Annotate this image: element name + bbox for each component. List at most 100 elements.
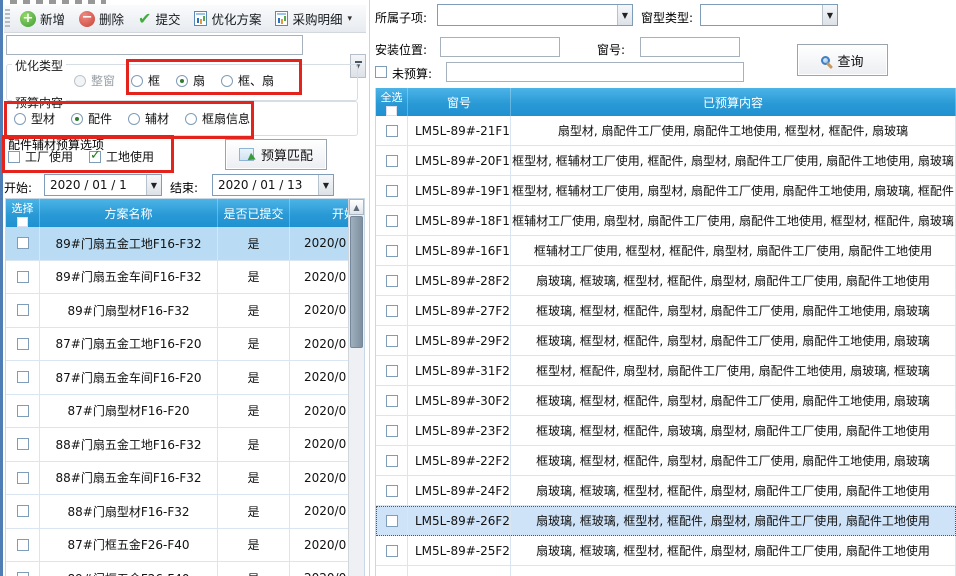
date-end-picker[interactable]: 2020 / 01 / 13 ▼: [212, 174, 334, 196]
checkbox-icon[interactable]: [8, 151, 20, 163]
row-checkbox[interactable]: [17, 237, 29, 249]
window-table-row[interactable]: LM5L-89#-27F25框玻璃, 框型材, 框配件, 扇型材, 扇配件工厂使…: [376, 296, 956, 326]
plan-table-row[interactable]: 88#门扇五金工地F16-F32是2020/0: [6, 428, 350, 462]
row-checkbox[interactable]: [386, 125, 398, 137]
row-checkbox[interactable]: [386, 155, 398, 167]
radio-icon[interactable]: [74, 75, 86, 87]
plan-table-row[interactable]: 89#门框五金F26-F40是2020/0: [6, 562, 350, 576]
optimize-type-option[interactable]: 整窗: [74, 72, 115, 89]
row-checkbox[interactable]: [386, 215, 398, 227]
window-table-row[interactable]: LM5L-89#-19F17框型材, 框辅材工厂使用, 扇型材, 扇配件工厂使用…: [376, 176, 956, 206]
window-no-input[interactable]: [640, 37, 740, 57]
radio-icon[interactable]: [71, 113, 83, 125]
plan-table-scrollbar[interactable]: ▲: [348, 199, 364, 576]
toolbar-button-add[interactable]: 新增: [13, 6, 72, 32]
window-table-row[interactable]: LM5L-89#-30F28框玻璃, 框型材, 框配件, 扇型材, 扇配件工厂使…: [376, 386, 956, 416]
toolbar-button-submit[interactable]: 提交: [131, 6, 187, 32]
date-start-picker[interactable]: 2020 / 01 / 1 ▼: [44, 174, 162, 196]
window-table-row[interactable]: LM5L-89#-28F26扇玻璃, 框玻璃, 框型材, 框配件, 扇型材, 扇…: [376, 266, 956, 296]
window-type-combo[interactable]: ▼: [700, 4, 838, 26]
row-checkbox[interactable]: [386, 455, 398, 467]
row-checkbox[interactable]: [17, 271, 29, 283]
budget-content-option[interactable]: 配件: [71, 110, 112, 127]
row-checkbox[interactable]: [386, 395, 398, 407]
date-end-dropdown-icon[interactable]: ▼: [318, 175, 333, 195]
window-table-row[interactable]: LM5L-89#-21F19扇型材, 扇配件工厂使用, 扇配件工地使用, 框型材…: [376, 116, 956, 146]
select-all-checkbox[interactable]: [17, 217, 28, 227]
window-table-row[interactable]: LM5L-89#-25F23扇玻璃, 框玻璃, 框型材, 框配件, 扇型材, 扇…: [376, 536, 956, 566]
plan-table-row[interactable]: 87#门扇五金工地F16-F20是2020/0: [6, 328, 350, 362]
plan-table-row[interactable]: 87#门扇五金车间F16-F20是2020/0: [6, 361, 350, 395]
row-checkbox[interactable]: [17, 371, 29, 383]
budget-content-option[interactable]: 型材: [14, 110, 55, 127]
window-header-no[interactable]: 窗号: [408, 88, 511, 116]
plan-table-row[interactable]: 88#门扇型材F16-F32是2020/0: [6, 495, 350, 529]
radio-icon[interactable]: [221, 75, 233, 87]
toolbar-button-optimize-plan[interactable]: 优化方案: [187, 6, 268, 32]
plan-search-input[interactable]: [6, 35, 303, 55]
row-checkbox[interactable]: [17, 505, 29, 517]
plan-table-row[interactable]: 88#门扇五金车间F16-F32是2020/0: [6, 462, 350, 496]
row-checkbox[interactable]: [386, 335, 398, 347]
row-checkbox[interactable]: [17, 338, 29, 350]
budget-content-option[interactable]: 框扇信息: [185, 110, 250, 127]
window-table-row[interactable]: LM5L-89#-22F20框玻璃, 框型材, 框配件, 扇型材, 扇配件工厂使…: [376, 446, 956, 476]
plan-table-row[interactable]: 89#门扇五金工地F16-F32是2020/0: [6, 227, 350, 261]
window-table-row[interactable]: LM5L-89#-16F15框辅材工厂使用, 框型材, 框配件, 扇型材, 扇配…: [376, 236, 956, 266]
row-checkbox[interactable]: [386, 515, 398, 527]
no-budget-input[interactable]: [446, 62, 744, 82]
optimize-type-option[interactable]: 框: [131, 72, 160, 89]
scrollbar-thumb[interactable]: [350, 216, 363, 348]
plan-table-row[interactable]: 87#门框五金F26-F40是2020/0: [6, 529, 350, 563]
window-table-row[interactable]: LM5L-89#-29F27框玻璃, 框型材, 框配件, 扇型材, 扇配件工厂使…: [376, 326, 956, 356]
optimize-type-option[interactable]: 扇: [176, 72, 205, 89]
sub-item-dropdown-icon[interactable]: ▼: [617, 5, 632, 25]
budget-match-button[interactable]: 预算匹配: [225, 139, 327, 170]
date-start-dropdown-icon[interactable]: ▼: [146, 175, 161, 195]
plan-table-row[interactable]: 89#门扇型材F16-F32是2020/0: [6, 294, 350, 328]
radio-icon[interactable]: [185, 113, 197, 125]
checkbox-icon[interactable]: [89, 151, 101, 163]
row-checkbox[interactable]: [386, 305, 398, 317]
row-checkbox[interactable]: [17, 572, 29, 576]
window-table-row[interactable]: LM5L-89#-23F21框玻璃, 框型材, 框配件, 扇玻璃, 扇型材, 扇…: [376, 416, 956, 446]
usage-option[interactable]: 工厂使用: [8, 148, 73, 165]
row-checkbox[interactable]: [17, 405, 29, 417]
optimize-type-option[interactable]: 框、扇: [221, 72, 274, 89]
window-table-row[interactable]: LM5L-89#-24F22扇玻璃, 框玻璃, 框型材, 框配件, 扇型材, 扇…: [376, 476, 956, 506]
radio-icon[interactable]: [128, 113, 140, 125]
row-checkbox[interactable]: [386, 425, 398, 437]
budget-content-option[interactable]: 辅材: [128, 110, 169, 127]
plan-table-row[interactable]: 89#门扇五金车间F16-F32是2020/0: [6, 261, 350, 295]
scroll-up-icon[interactable]: ▲: [349, 199, 364, 215]
row-checkbox[interactable]: [17, 438, 29, 450]
row-checkbox[interactable]: [17, 539, 29, 551]
query-button[interactable]: 查询: [797, 44, 888, 76]
row-checkbox[interactable]: [17, 472, 29, 484]
no-budget-checkbox[interactable]: [375, 66, 387, 78]
window-table-row[interactable]: LM5L-89#-18F16框辅材工厂使用, 扇型材, 扇配件工厂使用, 扇配件…: [376, 206, 956, 236]
window-table-row[interactable]: LM5L-89#-26F24扇玻璃, 框玻璃, 框型材, 框配件, 扇型材, 扇…: [376, 506, 956, 536]
select-all-checkbox[interactable]: [386, 106, 397, 116]
row-checkbox[interactable]: [17, 304, 29, 316]
toolbar-button-purchase-detail[interactable]: 采购明细▾: [268, 6, 359, 32]
row-checkbox[interactable]: [386, 545, 398, 557]
plan-header-name[interactable]: 方案名称: [40, 199, 218, 227]
plan-header-start[interactable]: 开始: [290, 199, 350, 227]
radio-icon[interactable]: [176, 75, 188, 87]
plan-table-row[interactable]: 87#门扇型材F16-F20是2020/0: [6, 395, 350, 429]
row-checkbox[interactable]: [386, 365, 398, 377]
install-position-input[interactable]: [440, 37, 560, 57]
radio-icon[interactable]: [131, 75, 143, 87]
usage-option[interactable]: 工地使用: [89, 148, 154, 165]
window-table-row[interactable]: LM5L-89#-31F29框型材, 框配件, 扇型材, 扇配件工厂使用, 扇配…: [376, 356, 956, 386]
row-checkbox[interactable]: [386, 275, 398, 287]
row-checkbox[interactable]: [386, 245, 398, 257]
row-checkbox[interactable]: [386, 485, 398, 497]
window-table-row[interactable]: LM5L-89#-20F18框型材, 框辅材工厂使用, 框配件, 扇型材, 扇配…: [376, 146, 956, 176]
window-header-content[interactable]: 已预算内容: [511, 88, 956, 116]
plan-header-submitted[interactable]: 是否已提交: [218, 199, 290, 227]
window-type-dropdown-icon[interactable]: ▼: [822, 5, 837, 25]
radio-icon[interactable]: [14, 113, 26, 125]
row-checkbox[interactable]: [386, 185, 398, 197]
